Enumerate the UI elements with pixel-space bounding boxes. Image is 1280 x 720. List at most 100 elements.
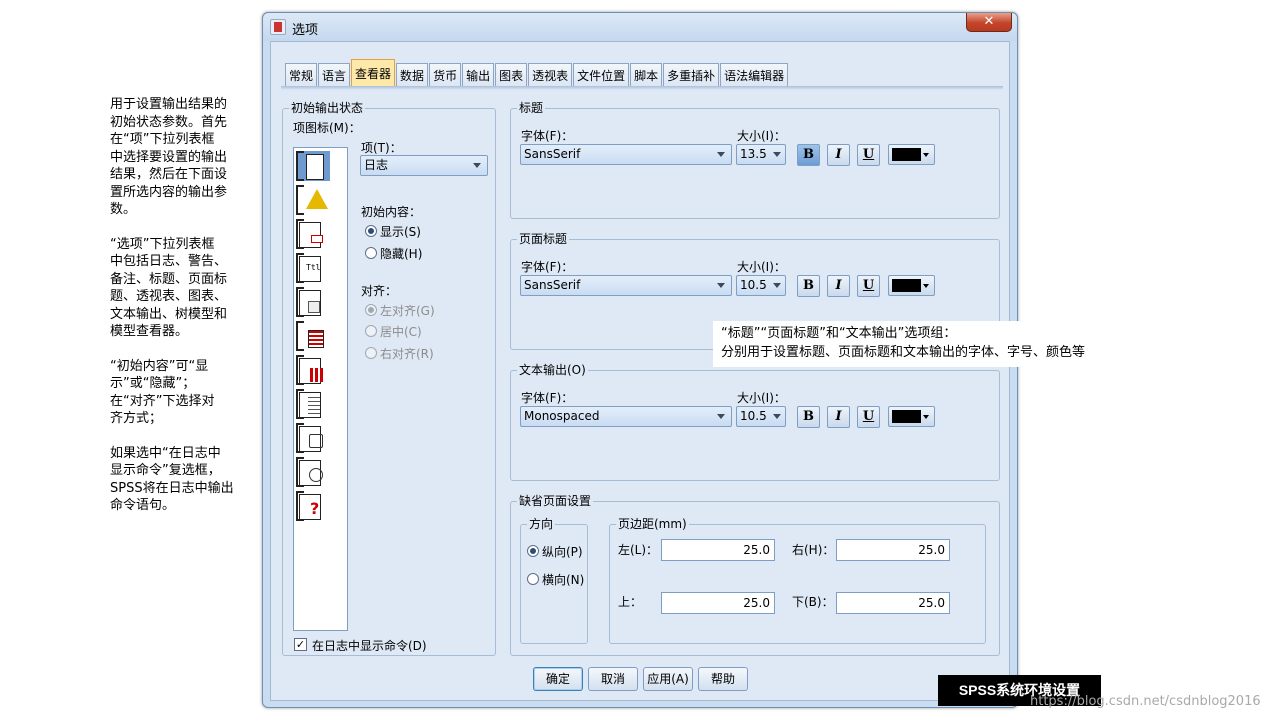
title-underline-button[interactable]: U (857, 144, 880, 166)
bottom-margin-input[interactable]: 25.0 (836, 592, 950, 614)
title-font-dropdown[interactable]: SansSerif (520, 144, 732, 165)
title-size-dropdown[interactable]: 13.5 (736, 144, 786, 165)
left-margin-label: 左(L)： (618, 543, 659, 557)
left-margin-input[interactable]: 25.0 (661, 539, 775, 561)
title-italic-button[interactable]: I (827, 144, 850, 166)
hide-radio-label[interactable]: 隐藏(H) (380, 247, 422, 261)
portrait-radio[interactable] (527, 545, 539, 557)
help-button[interactable]: 帮助 (698, 667, 748, 691)
title-group-legend: 标题 (517, 101, 546, 115)
text-output-color-button[interactable] (888, 406, 935, 427)
tab-currency[interactable]: 货币 (429, 63, 462, 87)
page-title-color-button[interactable] (888, 275, 935, 296)
page-title-underline-button[interactable]: U (857, 275, 880, 297)
text-output-group: 文本输出(O) 字体(F)： Monospaced 大小(I)： 10.5 B … (510, 363, 1000, 481)
tab-language[interactable]: 语言 (318, 63, 351, 87)
chevron-down-icon (717, 152, 725, 157)
page-title-italic-button[interactable]: I (827, 275, 850, 297)
tab-syntax-editor[interactable]: 语法编辑器 (720, 63, 789, 87)
title-bold-button[interactable]: B (797, 144, 820, 166)
item-icon-label: 项图标(M)： (293, 121, 361, 135)
dialog-client-area: 常规 语言 查看器 数据 货币 输出 图表 透视表 文件位置 脚本 多重插补 语… (270, 41, 1010, 701)
align-left-radio[interactable] (365, 304, 377, 316)
text-output-underline-button[interactable]: U (857, 406, 880, 428)
initial-output-state-group: 初始输出状态 项图标(M)： Ttl ? 项(T)： 日志 初始内容： 显示(S… (282, 101, 496, 656)
text-output-group-legend: 文本输出(O) (517, 363, 588, 377)
chart-icon[interactable] (296, 355, 330, 385)
text-output-bold-button[interactable]: B (797, 406, 820, 428)
top-margin-input[interactable]: 25.0 (661, 592, 775, 614)
page-title-group-legend: 页面标题 (517, 232, 570, 246)
text-output-size-value: 10.5 (740, 409, 767, 423)
text-output-icon[interactable] (296, 389, 330, 419)
warning-icon[interactable] (296, 185, 330, 215)
chevron-down-icon (773, 152, 781, 157)
note-icon[interactable] (296, 219, 330, 249)
close-button[interactable]: ✕ (966, 13, 1012, 32)
left-annotation: 用于设置输出结果的 初始状态参数。首先 在“项”下拉列表框 中选择要设置的输出 … (110, 96, 252, 532)
tab-multiple-imputation[interactable]: 多重插补 (663, 63, 720, 87)
model-viewer-icon[interactable] (296, 457, 330, 487)
margins-group: 页边距(mm) 左(L)： 25.0 右(H)： 25.0 上： 25.0 下(… (609, 517, 986, 644)
watermark: https://blog.csdn.net/csdnblog2016 (1030, 694, 1261, 709)
unknown-object-icon[interactable]: ? (296, 491, 330, 521)
align-center-radio[interactable] (365, 325, 377, 337)
tab-viewer[interactable]: 查看器 (351, 59, 396, 87)
title-color-button[interactable] (888, 144, 935, 165)
chevron-down-icon (923, 284, 929, 288)
chevron-down-icon (923, 415, 929, 419)
title-bar[interactable]: 选项 ✕ (263, 13, 1017, 41)
portrait-label[interactable]: 纵向(P) (542, 545, 583, 559)
text-output-italic-button[interactable]: I (827, 406, 850, 428)
title-icon[interactable]: Ttl (296, 253, 330, 283)
tab-output[interactable]: 输出 (462, 63, 495, 87)
tab-charts[interactable]: 图表 (495, 63, 528, 87)
page-setup-legend: 缺省页面设置 (517, 494, 594, 508)
tab-file-locations[interactable]: 文件位置 (573, 63, 630, 87)
right-margin-label: 右(H)： (792, 543, 835, 557)
tab-data[interactable]: 数据 (396, 63, 429, 87)
chevron-down-icon (717, 283, 725, 288)
cancel-button[interactable]: 取消 (588, 667, 638, 691)
align-left-label[interactable]: 左对齐(G) (380, 304, 435, 318)
align-right-label[interactable]: 右对齐(R) (380, 347, 434, 361)
ok-button[interactable]: 确定 (533, 667, 583, 691)
display-commands-label[interactable]: 在日志中显示命令(D) (312, 639, 427, 653)
pivot-table-icon[interactable] (296, 321, 330, 351)
item-dropdown-value: 日志 (364, 158, 389, 172)
tab-pivot-tables[interactable]: 透视表 (528, 63, 573, 87)
text-output-font-dropdown[interactable]: Monospaced (520, 406, 732, 427)
page-title-icon[interactable] (296, 287, 330, 317)
hide-radio[interactable] (365, 247, 377, 259)
text-output-size-dropdown[interactable]: 10.5 (736, 406, 786, 427)
tree-model-icon[interactable] (296, 423, 330, 453)
color-swatch (892, 279, 921, 292)
color-swatch (892, 410, 921, 423)
tab-strip: 常规 语言 查看器 数据 货币 输出 图表 透视表 文件位置 脚本 多重插补 语… (285, 59, 789, 87)
text-output-font-label: 字体(F)： (521, 391, 574, 405)
item-icon-list[interactable]: Ttl ? (293, 147, 348, 631)
annotation-paragraph-3: “初始内容”可“显 示”或“隐藏”； 在“对齐”下选择对 齐方式； (110, 358, 215, 427)
chevron-down-icon (717, 414, 725, 419)
align-center-label[interactable]: 居中(C) (380, 325, 422, 339)
log-icon[interactable] (296, 151, 330, 181)
landscape-label[interactable]: 横向(N) (542, 573, 584, 587)
page-title-size-dropdown[interactable]: 10.5 (736, 275, 786, 296)
title-group: 标题 字体(F)： SansSerif 大小(I)： 13.5 B I U (510, 101, 1000, 219)
page-title-font-dropdown[interactable]: SansSerif (520, 275, 732, 296)
right-margin-input[interactable]: 25.0 (836, 539, 950, 561)
landscape-radio[interactable] (527, 573, 539, 585)
show-radio-label[interactable]: 显示(S) (380, 225, 421, 239)
chevron-down-icon (923, 153, 929, 157)
display-commands-checkbox[interactable]: ✓ (294, 638, 307, 651)
initial-content-label: 初始内容： (361, 205, 422, 219)
apply-button[interactable]: 应用(A) (643, 667, 693, 691)
item-dropdown[interactable]: 日志 (360, 155, 488, 176)
annotation-paragraph-4: 如果选中“在日志中 显示命令”复选框， SPSS将在日志中输出 命令语句。 (110, 445, 234, 514)
text-output-size-label: 大小(I)： (737, 391, 786, 405)
align-right-radio[interactable] (365, 347, 377, 359)
show-radio[interactable] (365, 225, 377, 237)
tab-general[interactable]: 常规 (285, 63, 318, 87)
tab-scripts[interactable]: 脚本 (630, 63, 663, 87)
page-title-bold-button[interactable]: B (797, 275, 820, 297)
